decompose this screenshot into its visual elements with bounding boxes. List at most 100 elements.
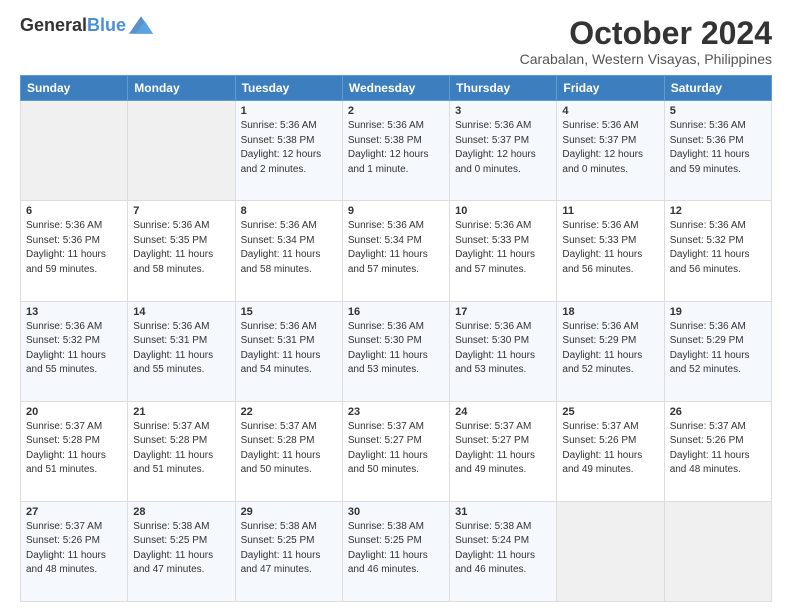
day-info: Sunrise: 5:36 AM Sunset: 5:31 PM Dayligh… bbox=[133, 320, 229, 378]
col-header-tuesday: Tuesday bbox=[235, 76, 342, 101]
day-number: 8 bbox=[241, 205, 337, 217]
calendar-cell: 29 Sunrise: 5:38 AM Sunset: 5:25 PM Dayli… bbox=[235, 501, 342, 601]
calendar-cell: 26 Sunrise: 5:37 AM Sunset: 5:26 PM Dayli… bbox=[664, 401, 771, 501]
day-info: Sunrise: 5:36 AM Sunset: 5:37 PM Dayligh… bbox=[455, 119, 551, 177]
day-number: 10 bbox=[455, 205, 551, 217]
day-info: Sunrise: 5:36 AM Sunset: 5:33 PM Dayligh… bbox=[562, 219, 658, 277]
calendar-cell bbox=[21, 101, 128, 201]
day-info: Sunrise: 5:37 AM Sunset: 5:27 PM Dayligh… bbox=[455, 420, 551, 478]
calendar-cell: 14 Sunrise: 5:36 AM Sunset: 5:31 PM Dayli… bbox=[128, 301, 235, 401]
calendar-cell: 27 Sunrise: 5:37 AM Sunset: 5:26 PM Dayli… bbox=[21, 501, 128, 601]
calendar-cell: 20Sunrise: 5:37 AM Sunset: 5:28 PM Dayli… bbox=[21, 401, 128, 501]
day-number: 20 bbox=[26, 406, 122, 418]
logo-text: GeneralBlue bbox=[20, 16, 126, 36]
location: Carabalan, Western Visayas, Philippines bbox=[520, 51, 772, 67]
calendar-cell: 11Sunrise: 5:36 AM Sunset: 5:33 PM Dayli… bbox=[557, 201, 664, 301]
day-number: 1 bbox=[241, 105, 337, 117]
day-info: Sunrise: 5:36 AM Sunset: 5:36 PM Dayligh… bbox=[26, 219, 122, 277]
day-number: 15 bbox=[241, 306, 337, 318]
calendar-cell: 8 Sunrise: 5:36 AM Sunset: 5:34 PM Daylig… bbox=[235, 201, 342, 301]
day-info: Sunrise: 5:36 AM Sunset: 5:37 PM Dayligh… bbox=[562, 119, 658, 177]
day-info: Sunrise: 5:36 AM Sunset: 5:31 PM Dayligh… bbox=[241, 320, 337, 378]
day-number: 22 bbox=[241, 406, 337, 418]
day-number: 5 bbox=[670, 105, 766, 117]
calendar-cell: 31 Sunrise: 5:38 AM Sunset: 5:24 PM Dayli… bbox=[450, 501, 557, 601]
day-number: 23 bbox=[348, 406, 444, 418]
day-info: Sunrise: 5:37 AM Sunset: 5:28 PM Dayligh… bbox=[241, 420, 337, 478]
day-number: 27 bbox=[26, 506, 122, 518]
day-info: Sunrise: 5:36 AM Sunset: 5:30 PM Dayligh… bbox=[455, 320, 551, 378]
day-info: Sunrise: 5:36 AM Sunset: 5:32 PM Dayligh… bbox=[26, 320, 122, 378]
calendar-cell: 7Sunrise: 5:36 AM Sunset: 5:35 PM Daylig… bbox=[128, 201, 235, 301]
day-info: Sunrise: 5:38 AM Sunset: 5:25 PM Dayligh… bbox=[241, 520, 337, 578]
calendar-cell: 1 Sunrise: 5:36 AM Sunset: 5:38 PM Daylig… bbox=[235, 101, 342, 201]
day-info: Sunrise: 5:36 AM Sunset: 5:36 PM Dayligh… bbox=[670, 119, 766, 177]
day-number: 17 bbox=[455, 306, 551, 318]
day-number: 30 bbox=[348, 506, 444, 518]
day-number: 25 bbox=[562, 406, 658, 418]
logo: GeneralBlue bbox=[20, 16, 153, 36]
calendar-cell: 17 Sunrise: 5:36 AM Sunset: 5:30 PM Dayli… bbox=[450, 301, 557, 401]
day-info: Sunrise: 5:36 AM Sunset: 5:29 PM Dayligh… bbox=[670, 320, 766, 378]
day-info: Sunrise: 5:36 AM Sunset: 5:29 PM Dayligh… bbox=[562, 320, 658, 378]
day-number: 14 bbox=[133, 306, 229, 318]
calendar-cell: 28 Sunrise: 5:38 AM Sunset: 5:25 PM Dayli… bbox=[128, 501, 235, 601]
calendar-cell: 24 Sunrise: 5:37 AM Sunset: 5:27 PM Dayli… bbox=[450, 401, 557, 501]
day-number: 18 bbox=[562, 306, 658, 318]
day-info: Sunrise: 5:38 AM Sunset: 5:24 PM Dayligh… bbox=[455, 520, 551, 578]
month-title: October 2024 bbox=[520, 16, 772, 51]
logo-icon bbox=[129, 15, 153, 35]
col-header-saturday: Saturday bbox=[664, 76, 771, 101]
day-info: Sunrise: 5:38 AM Sunset: 5:25 PM Dayligh… bbox=[133, 520, 229, 578]
day-info: Sunrise: 5:36 AM Sunset: 5:34 PM Dayligh… bbox=[348, 219, 444, 277]
day-number: 31 bbox=[455, 506, 551, 518]
calendar-cell: 21 Sunrise: 5:37 AM Sunset: 5:28 PM Dayli… bbox=[128, 401, 235, 501]
calendar-cell: 13 Sunrise: 5:36 AM Sunset: 5:32 PM Dayli… bbox=[21, 301, 128, 401]
day-number: 19 bbox=[670, 306, 766, 318]
day-info: Sunrise: 5:37 AM Sunset: 5:26 PM Dayligh… bbox=[26, 520, 122, 578]
day-number: 29 bbox=[241, 506, 337, 518]
day-number: 2 bbox=[348, 105, 444, 117]
day-number: 28 bbox=[133, 506, 229, 518]
calendar-cell: 5 Sunrise: 5:36 AM Sunset: 5:36 PM Daylig… bbox=[664, 101, 771, 201]
day-number: 3 bbox=[455, 105, 551, 117]
calendar-cell: 23Sunrise: 5:37 AM Sunset: 5:27 PM Dayli… bbox=[342, 401, 449, 501]
day-number: 7 bbox=[133, 205, 229, 217]
day-number: 4 bbox=[562, 105, 658, 117]
day-info: Sunrise: 5:37 AM Sunset: 5:26 PM Dayligh… bbox=[670, 420, 766, 478]
day-info: Sunrise: 5:36 AM Sunset: 5:34 PM Dayligh… bbox=[241, 219, 337, 277]
calendar-cell: 22 Sunrise: 5:37 AM Sunset: 5:28 PM Dayli… bbox=[235, 401, 342, 501]
day-number: 21 bbox=[133, 406, 229, 418]
day-info: Sunrise: 5:36 AM Sunset: 5:30 PM Dayligh… bbox=[348, 320, 444, 378]
calendar-cell bbox=[128, 101, 235, 201]
calendar-cell bbox=[664, 501, 771, 601]
calendar-cell: 15 Sunrise: 5:36 AM Sunset: 5:31 PM Dayli… bbox=[235, 301, 342, 401]
day-number: 26 bbox=[670, 406, 766, 418]
day-info: Sunrise: 5:36 AM Sunset: 5:32 PM Dayligh… bbox=[670, 219, 766, 277]
calendar-cell: 6 Sunrise: 5:36 AM Sunset: 5:36 PM Daylig… bbox=[21, 201, 128, 301]
day-number: 13 bbox=[26, 306, 122, 318]
day-number: 6 bbox=[26, 205, 122, 217]
col-header-monday: Monday bbox=[128, 76, 235, 101]
calendar-cell: 25Sunrise: 5:37 AM Sunset: 5:26 PM Dayli… bbox=[557, 401, 664, 501]
col-header-friday: Friday bbox=[557, 76, 664, 101]
day-info: Sunrise: 5:36 AM Sunset: 5:33 PM Dayligh… bbox=[455, 219, 551, 277]
day-number: 24 bbox=[455, 406, 551, 418]
col-header-thursday: Thursday bbox=[450, 76, 557, 101]
day-info: Sunrise: 5:38 AM Sunset: 5:25 PM Dayligh… bbox=[348, 520, 444, 578]
col-header-sunday: Sunday bbox=[21, 76, 128, 101]
header: GeneralBlue October 2024 Carabalan, West… bbox=[20, 16, 772, 67]
calendar-cell: 10 Sunrise: 5:36 AM Sunset: 5:33 PM Dayli… bbox=[450, 201, 557, 301]
calendar-cell: 18 Sunrise: 5:36 AM Sunset: 5:29 PM Dayli… bbox=[557, 301, 664, 401]
day-info: Sunrise: 5:36 AM Sunset: 5:38 PM Dayligh… bbox=[241, 119, 337, 177]
calendar-cell: 30 Sunrise: 5:38 AM Sunset: 5:25 PM Dayli… bbox=[342, 501, 449, 601]
day-info: Sunrise: 5:37 AM Sunset: 5:28 PM Dayligh… bbox=[133, 420, 229, 478]
calendar-cell: 9 Sunrise: 5:36 AM Sunset: 5:34 PM Daylig… bbox=[342, 201, 449, 301]
calendar-cell: 19 Sunrise: 5:36 AM Sunset: 5:29 PM Dayli… bbox=[664, 301, 771, 401]
calendar-cell: 2Sunrise: 5:36 AM Sunset: 5:38 PM Daylig… bbox=[342, 101, 449, 201]
day-number: 9 bbox=[348, 205, 444, 217]
calendar-cell: 4 Sunrise: 5:36 AM Sunset: 5:37 PM Daylig… bbox=[557, 101, 664, 201]
day-number: 16 bbox=[348, 306, 444, 318]
calendar-cell: 16 Sunrise: 5:36 AM Sunset: 5:30 PM Dayli… bbox=[342, 301, 449, 401]
day-number: 12 bbox=[670, 205, 766, 217]
